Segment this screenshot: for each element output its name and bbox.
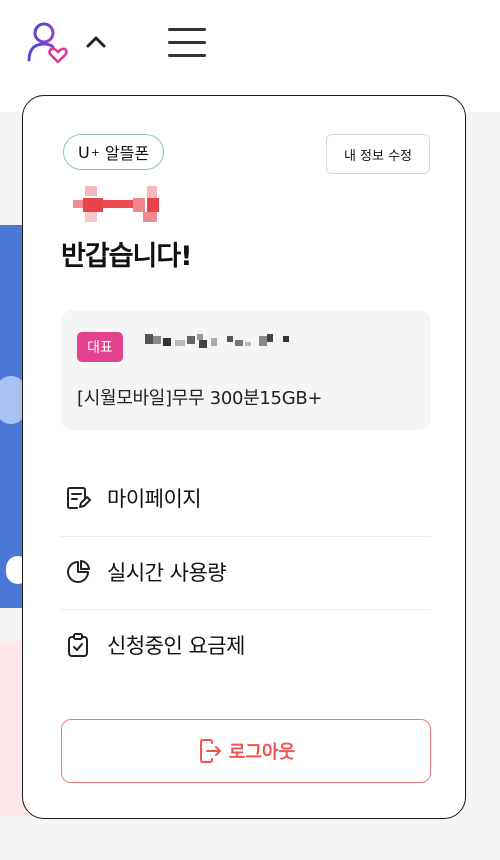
brand-badge: U + 알뜰폰 bbox=[63, 134, 165, 170]
hamburger-menu-icon[interactable] bbox=[166, 24, 208, 62]
user-heart-icon[interactable] bbox=[24, 20, 70, 66]
phone-number-redacted bbox=[145, 334, 289, 348]
clipboard-check-icon bbox=[68, 633, 88, 657]
brand-badge-superscript: + bbox=[90, 145, 100, 159]
edit-profile-button[interactable]: 내 정보 수정 bbox=[326, 134, 430, 174]
menu-item-label: 신청중인 요금제 bbox=[107, 634, 245, 658]
user-name-redacted bbox=[73, 186, 159, 222]
plan-name: [시월모바일]무무 300분15GB+ bbox=[77, 388, 323, 409]
representative-plan-card[interactable]: 대표 [시월모바일]무무 300분15GB+ bbox=[61, 310, 431, 430]
representative-badge: 대표 bbox=[77, 332, 123, 362]
logout-button[interactable]: 로그아웃 bbox=[61, 719, 431, 783]
menu-item-pending-plans[interactable]: 신청중인 요금제 bbox=[61, 609, 431, 681]
menu-item-label: 실시간 사용량 bbox=[107, 561, 227, 585]
chevron-up-icon[interactable] bbox=[84, 30, 108, 54]
user-dropdown-panel: U + 알뜰폰 내 정보 수정 반갑습니다! 대표 [시월모바일]무무 300분… bbox=[22, 95, 466, 819]
logout-label: 로그아웃 bbox=[228, 742, 296, 762]
menu-item-label: 마이페이지 bbox=[107, 487, 202, 511]
brand-badge-text: 알뜰폰 bbox=[105, 144, 150, 163]
top-bar bbox=[0, 0, 500, 92]
brand-badge-prefix: U bbox=[78, 142, 90, 162]
menu-item-mypage[interactable]: 마이페이지 bbox=[61, 462, 431, 534]
pie-chart-icon bbox=[67, 560, 90, 583]
logout-icon bbox=[199, 739, 221, 763]
menu-item-realtime-usage[interactable]: 실시간 사용량 bbox=[61, 536, 431, 608]
greeting-text: 반갑습니다! bbox=[61, 241, 193, 272]
document-edit-icon bbox=[67, 487, 91, 509]
